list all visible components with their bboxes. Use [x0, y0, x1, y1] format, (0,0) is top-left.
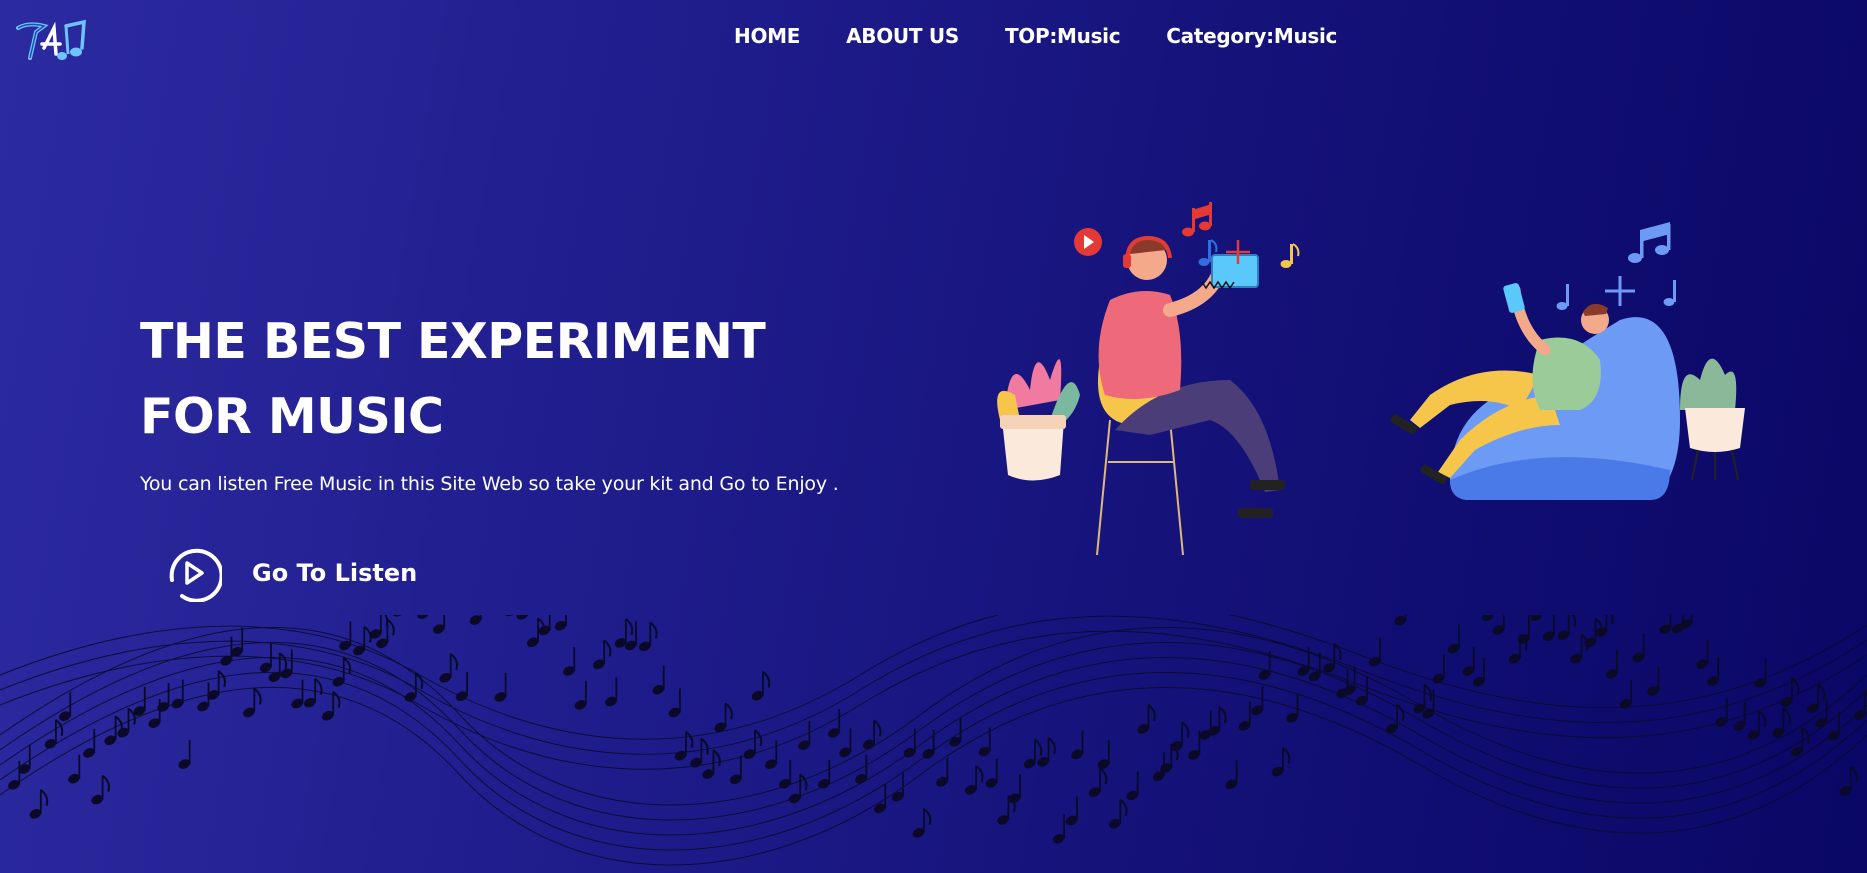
left-plant-icon	[997, 359, 1080, 481]
music-notes-icon	[1182, 202, 1212, 237]
site-logo-icon[interactable]	[14, 18, 90, 66]
go-to-listen-button[interactable]: Go To Listen	[164, 544, 417, 602]
right-plant-icon	[1680, 358, 1745, 481]
main-nav: HOME ABOUT US TOP:Music Category:Music	[734, 24, 1337, 48]
nav-home[interactable]: HOME	[734, 24, 800, 48]
nav-category-music[interactable]: Category:Music	[1166, 24, 1337, 48]
play-circle-icon	[169, 548, 222, 602]
music-staff-waves-decoration	[0, 615, 1867, 866]
nav-top-music[interactable]: TOP:Music	[1005, 24, 1121, 48]
go-to-listen-label: Go To Listen	[252, 559, 418, 587]
scattered-notes-icon	[8, 615, 1867, 844]
music-listeners-illustration	[997, 202, 1745, 556]
nav-about-us[interactable]: ABOUT US	[846, 24, 959, 48]
hero-title: THE BEST EXPERIMENT FOR MUSIC	[140, 313, 766, 445]
hero-subtitle: You can listen Free Music in this Site W…	[140, 473, 839, 495]
